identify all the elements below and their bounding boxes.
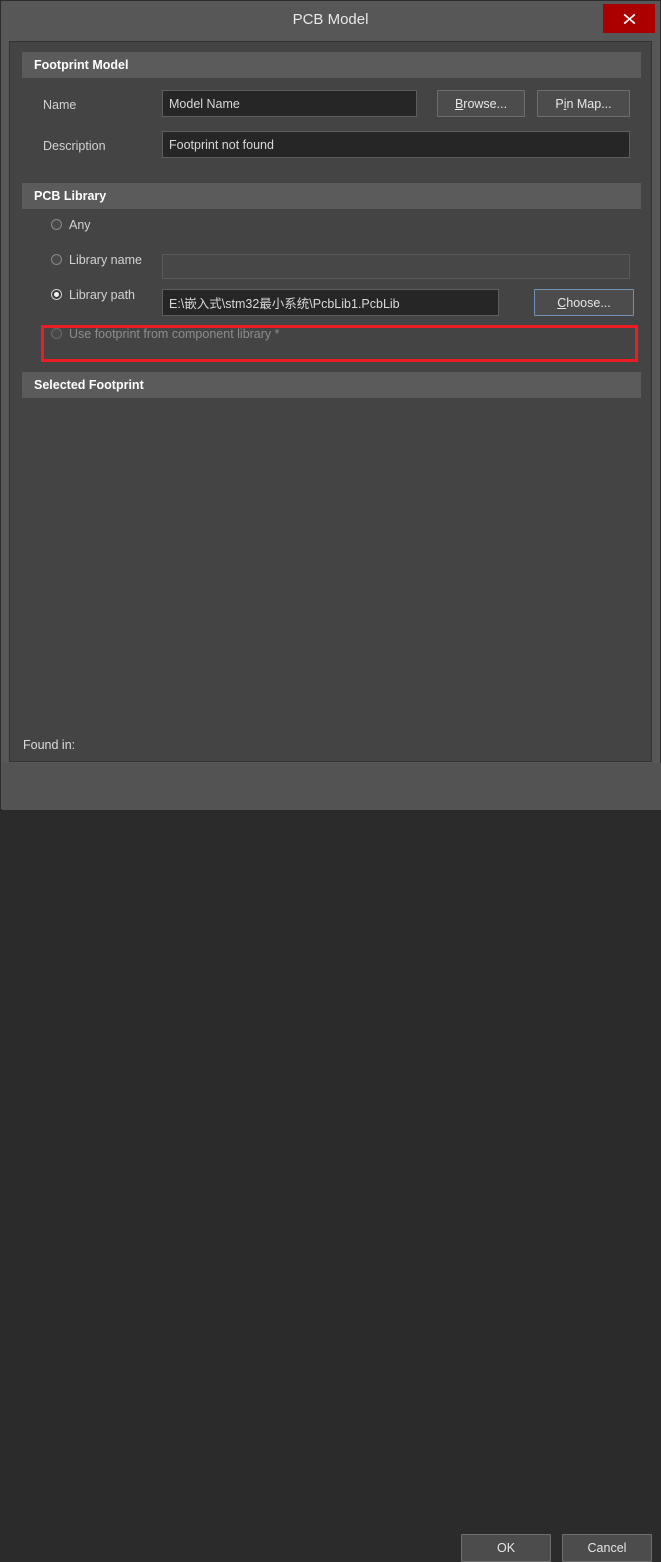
browse-label-rest: rowse...	[463, 96, 508, 111]
choose-accel: C	[557, 295, 567, 310]
radio-circle-icon	[51, 254, 62, 265]
radio-circle-icon	[51, 219, 62, 230]
library-name-input	[162, 254, 630, 279]
radio-label-use-footprint-from-component-library: Use footprint from component library *	[69, 327, 280, 341]
found-in-label: Found in:	[23, 738, 76, 752]
dialog-footer: OK Cancel	[2, 763, 661, 1562]
radio-label-library-path: Library path	[69, 288, 136, 302]
close-button[interactable]	[603, 4, 655, 33]
footprint-preview-pane[interactable]	[22, 398, 641, 718]
pin-map-label-pre: P	[555, 96, 564, 111]
title-bar: PCB Model	[1, 1, 660, 39]
cancel-button[interactable]: Cancel	[562, 1534, 652, 1562]
pcb-model-dialog: PCB Model Footprint Model Name Descripti…	[0, 0, 661, 1562]
radio-label-library-name: Library name	[69, 253, 142, 267]
description-input[interactable]	[162, 131, 630, 158]
ok-button[interactable]: OK	[461, 1534, 551, 1562]
section-header-pcb-library: PCB Library	[22, 183, 641, 209]
close-icon	[623, 13, 635, 25]
name-label: Name	[43, 98, 77, 112]
dialog-content: Footprint Model Name Description Browse.…	[9, 41, 652, 762]
description-label: Description	[43, 139, 106, 153]
name-input[interactable]	[162, 90, 417, 117]
radio-circle-disabled-icon	[51, 328, 62, 339]
choose-label-rest: hoose...	[566, 295, 611, 310]
library-path-input[interactable]	[162, 289, 499, 316]
browse-button[interactable]: Browse...	[437, 90, 525, 117]
section-header-footprint-model: Footprint Model	[22, 52, 641, 78]
section-header-selected-footprint: Selected Footprint	[22, 372, 641, 398]
radio-circle-selected-icon	[51, 289, 62, 300]
radio-label-any: Any	[69, 218, 91, 232]
pin-map-button[interactable]: Pin Map...	[537, 90, 630, 117]
choose-button[interactable]: Choose...	[534, 289, 634, 316]
pin-map-label-rest: n Map...	[566, 96, 612, 111]
dialog-title: PCB Model	[292, 11, 369, 28]
